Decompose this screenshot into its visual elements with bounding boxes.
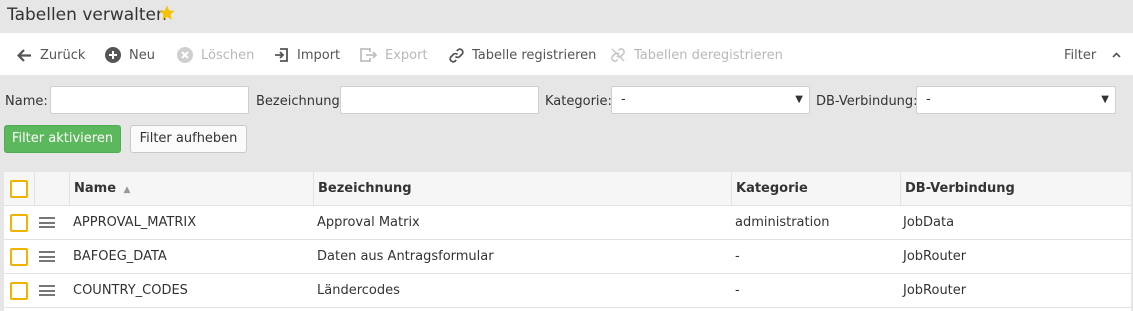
export-label: Export	[385, 47, 428, 63]
column-header-name[interactable]: Name ▲	[74, 172, 130, 206]
db-filter-label: DB-Verbindung:	[816, 94, 918, 109]
category-filter-label: Kategorie:	[545, 94, 612, 109]
cell-db-connection: JobRouter	[903, 249, 967, 264]
cell-name: COUNTRY_CODES	[73, 283, 188, 298]
export-icon	[360, 48, 377, 62]
register-table-label: Tabelle registrieren	[472, 47, 597, 63]
cell-designation: Ländercodes	[317, 283, 400, 298]
import-button[interactable]: Import	[274, 46, 340, 64]
column-header-db-connection[interactable]: DB-Verbindung	[905, 172, 1015, 206]
column-header-name-label: Name	[74, 181, 117, 196]
column-header-category[interactable]: Kategorie	[736, 172, 808, 206]
register-table-button[interactable]: Tabelle registrieren	[449, 46, 596, 64]
page-title: Tabellen verwalten	[7, 5, 167, 25]
deregister-tables-label: Tabellen deregistrieren	[634, 47, 783, 63]
db-filter-select[interactable]: - ▼	[916, 86, 1116, 114]
plus-circle-icon	[105, 47, 121, 63]
apply-filter-button[interactable]: Filter aktivieren	[4, 125, 121, 153]
drag-handle-icon[interactable]	[39, 251, 55, 262]
designation-filter-label: Bezeichnung:	[256, 94, 345, 109]
export-button[interactable]: Export	[360, 46, 428, 64]
table-header-row: Name ▲ Bezeichnung Kategorie DB-Verbindu…	[4, 172, 1131, 206]
delete-label: Löschen	[201, 47, 255, 63]
delete-button[interactable]: Löschen	[177, 46, 254, 64]
drag-handle-icon[interactable]	[39, 285, 55, 296]
link-icon	[449, 47, 464, 63]
category-filter-select[interactable]: - ▼	[611, 86, 810, 114]
select-all-checkbox[interactable]	[10, 180, 28, 198]
row-checkbox[interactable]	[10, 248, 28, 266]
cell-designation: Daten aus Antragsformular	[317, 249, 494, 264]
name-filter-input[interactable]	[50, 86, 249, 114]
new-button[interactable]: Neu	[105, 46, 155, 64]
new-label: Neu	[129, 47, 155, 63]
star-icon[interactable]	[158, 4, 176, 22]
db-filter-value: -	[926, 92, 931, 107]
table-row[interactable]: COUNTRY_CODES Ländercodes - JobRouter	[4, 274, 1131, 308]
unlink-icon	[611, 48, 625, 62]
sort-ascending-icon: ▲	[123, 185, 131, 195]
cell-designation: Approval Matrix	[317, 215, 420, 230]
cell-category: administration	[735, 215, 830, 230]
reset-filter-button[interactable]: Filter aufheben	[130, 125, 247, 153]
back-label: Zurück	[40, 47, 86, 63]
caret-down-icon: ▼	[795, 94, 803, 105]
cell-db-connection: JobRouter	[903, 283, 967, 298]
deregister-tables-button[interactable]: Tabellen deregistrieren	[610, 46, 783, 64]
import-label: Import	[297, 47, 341, 63]
title-bar: Tabellen verwalten	[0, 0, 1133, 33]
cell-db-connection: JobData	[903, 215, 955, 230]
cell-category: -	[735, 249, 740, 264]
cell-category: -	[735, 283, 740, 298]
filter-label: Filter	[1064, 47, 1097, 63]
close-circle-icon	[177, 47, 193, 63]
cell-name: BAFOEG_DATA	[73, 249, 167, 264]
back-button[interactable]: Zurück	[17, 46, 85, 64]
drag-handle-icon[interactable]	[39, 217, 55, 228]
filter-toggle[interactable]: Filter	[1064, 46, 1129, 64]
table-row[interactable]: APPROVAL_MATRIX Approval Matrix administ…	[4, 206, 1131, 240]
name-filter-label: Name:	[5, 94, 48, 109]
toolbar: Zurück Neu Löschen Import Export Tabelle…	[0, 33, 1133, 75]
import-icon	[275, 48, 288, 62]
arrow-left-icon	[17, 48, 31, 62]
designation-filter-input[interactable]	[340, 86, 539, 114]
caret-down-icon: ▼	[1101, 94, 1109, 105]
filter-panel: Name: Bezeichnung: Kategorie: - ▼ DB-Ver…	[0, 75, 1133, 165]
row-checkbox[interactable]	[10, 214, 28, 232]
column-header-designation[interactable]: Bezeichnung	[318, 172, 412, 206]
tables-grid: Name ▲ Bezeichnung Kategorie DB-Verbindu…	[4, 172, 1131, 311]
row-checkbox[interactable]	[10, 282, 28, 300]
category-filter-value: -	[621, 92, 626, 107]
chevron-up-icon	[1112, 52, 1121, 58]
cell-name: APPROVAL_MATRIX	[73, 215, 197, 230]
table-row[interactable]: BAFOEG_DATA Daten aus Antragsformular - …	[4, 240, 1131, 274]
